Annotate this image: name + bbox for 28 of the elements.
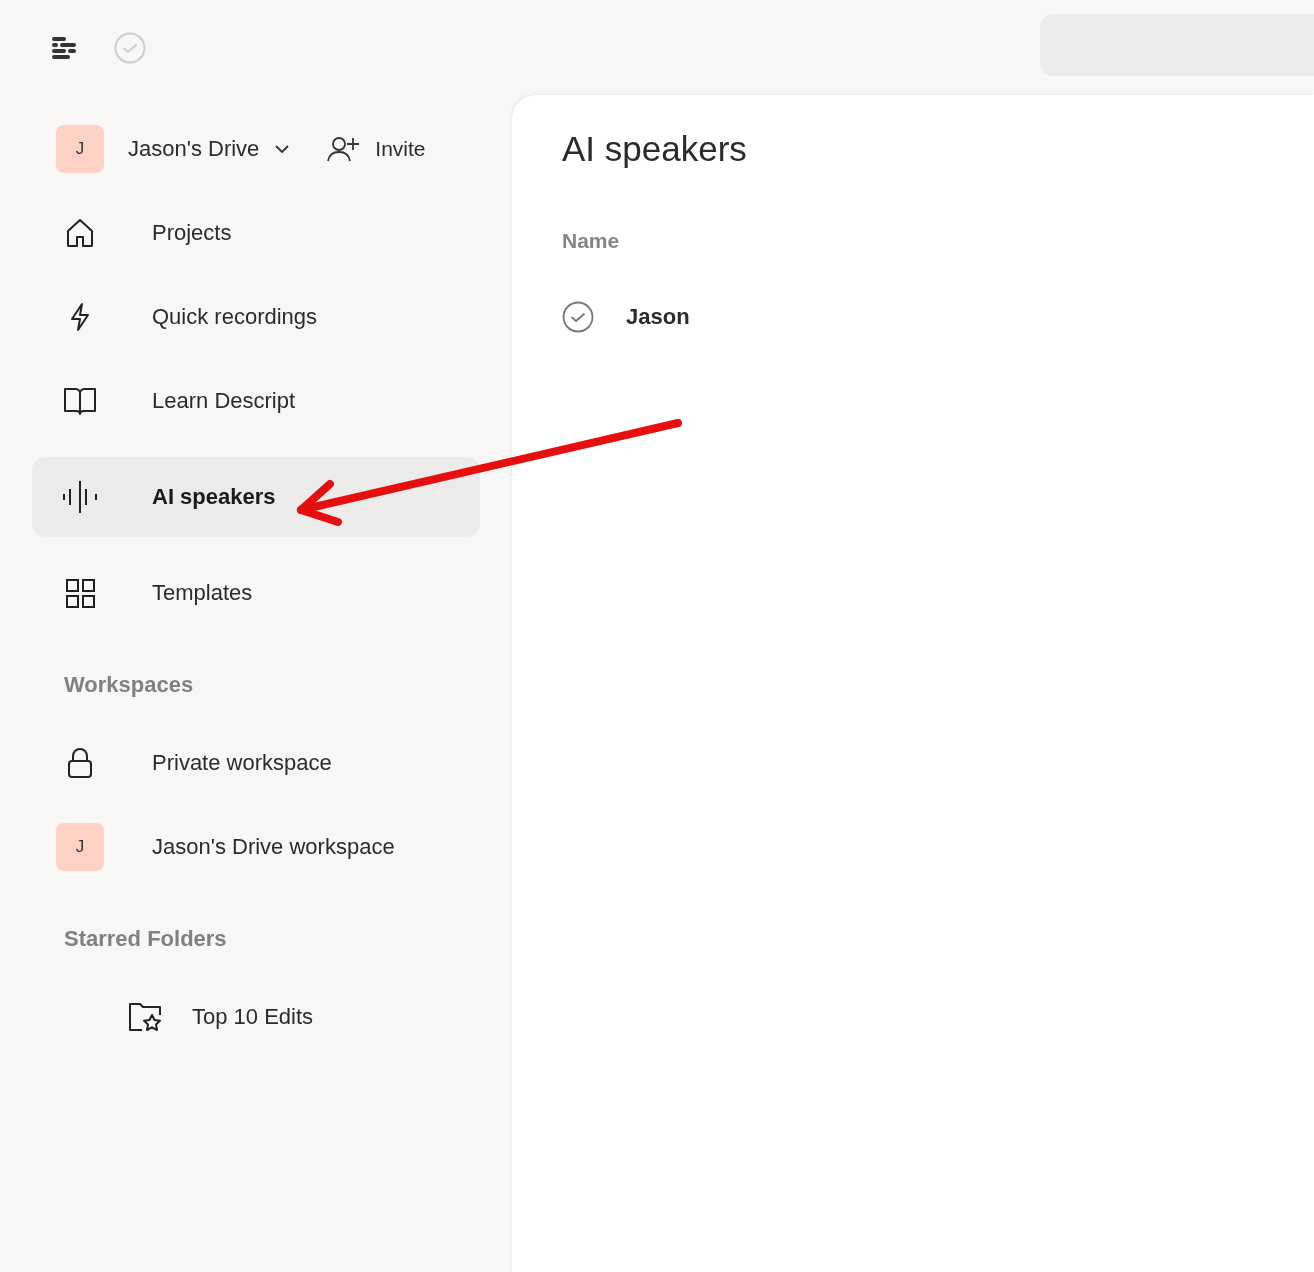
waveform-icon xyxy=(63,480,97,514)
drive-switcher[interactable]: Jason's Drive xyxy=(128,136,290,162)
lock-icon xyxy=(67,747,93,779)
speaker-name: Jason xyxy=(626,304,690,330)
nav-item[interactable]: Projects xyxy=(32,193,480,273)
page-title: AI speakers xyxy=(562,129,748,169)
avatar: J xyxy=(56,125,104,173)
invite-button[interactable]: Invite xyxy=(327,136,426,162)
grid-icon xyxy=(64,577,96,609)
section-heading: Workspaces xyxy=(63,671,195,699)
section-heading: Starred Folders xyxy=(63,925,228,953)
check-circle-icon xyxy=(114,31,146,64)
chevron-down-icon xyxy=(275,145,290,153)
check-circle-icon xyxy=(562,301,594,333)
workspace-item[interactable]: J Jason's Drive workspace xyxy=(32,807,480,887)
add-user-icon xyxy=(327,136,362,162)
nav-item[interactable]: Templates xyxy=(32,553,480,633)
nav-item[interactable]: Quick recordings xyxy=(32,277,480,357)
nav-item[interactable]: Learn Descript xyxy=(32,361,480,441)
column-header: Name xyxy=(562,229,621,253)
workspace-item[interactable]: Private workspace xyxy=(32,723,480,803)
home-icon xyxy=(64,217,96,249)
starred-folder-item[interactable]: Top 10 Edits xyxy=(32,977,480,1057)
avatar: J xyxy=(56,823,104,871)
book-icon xyxy=(63,385,97,417)
nav-item[interactable]: AI speakers xyxy=(32,457,480,537)
star-folder-icon xyxy=(128,1002,162,1032)
logo-icon[interactable] xyxy=(52,36,76,59)
